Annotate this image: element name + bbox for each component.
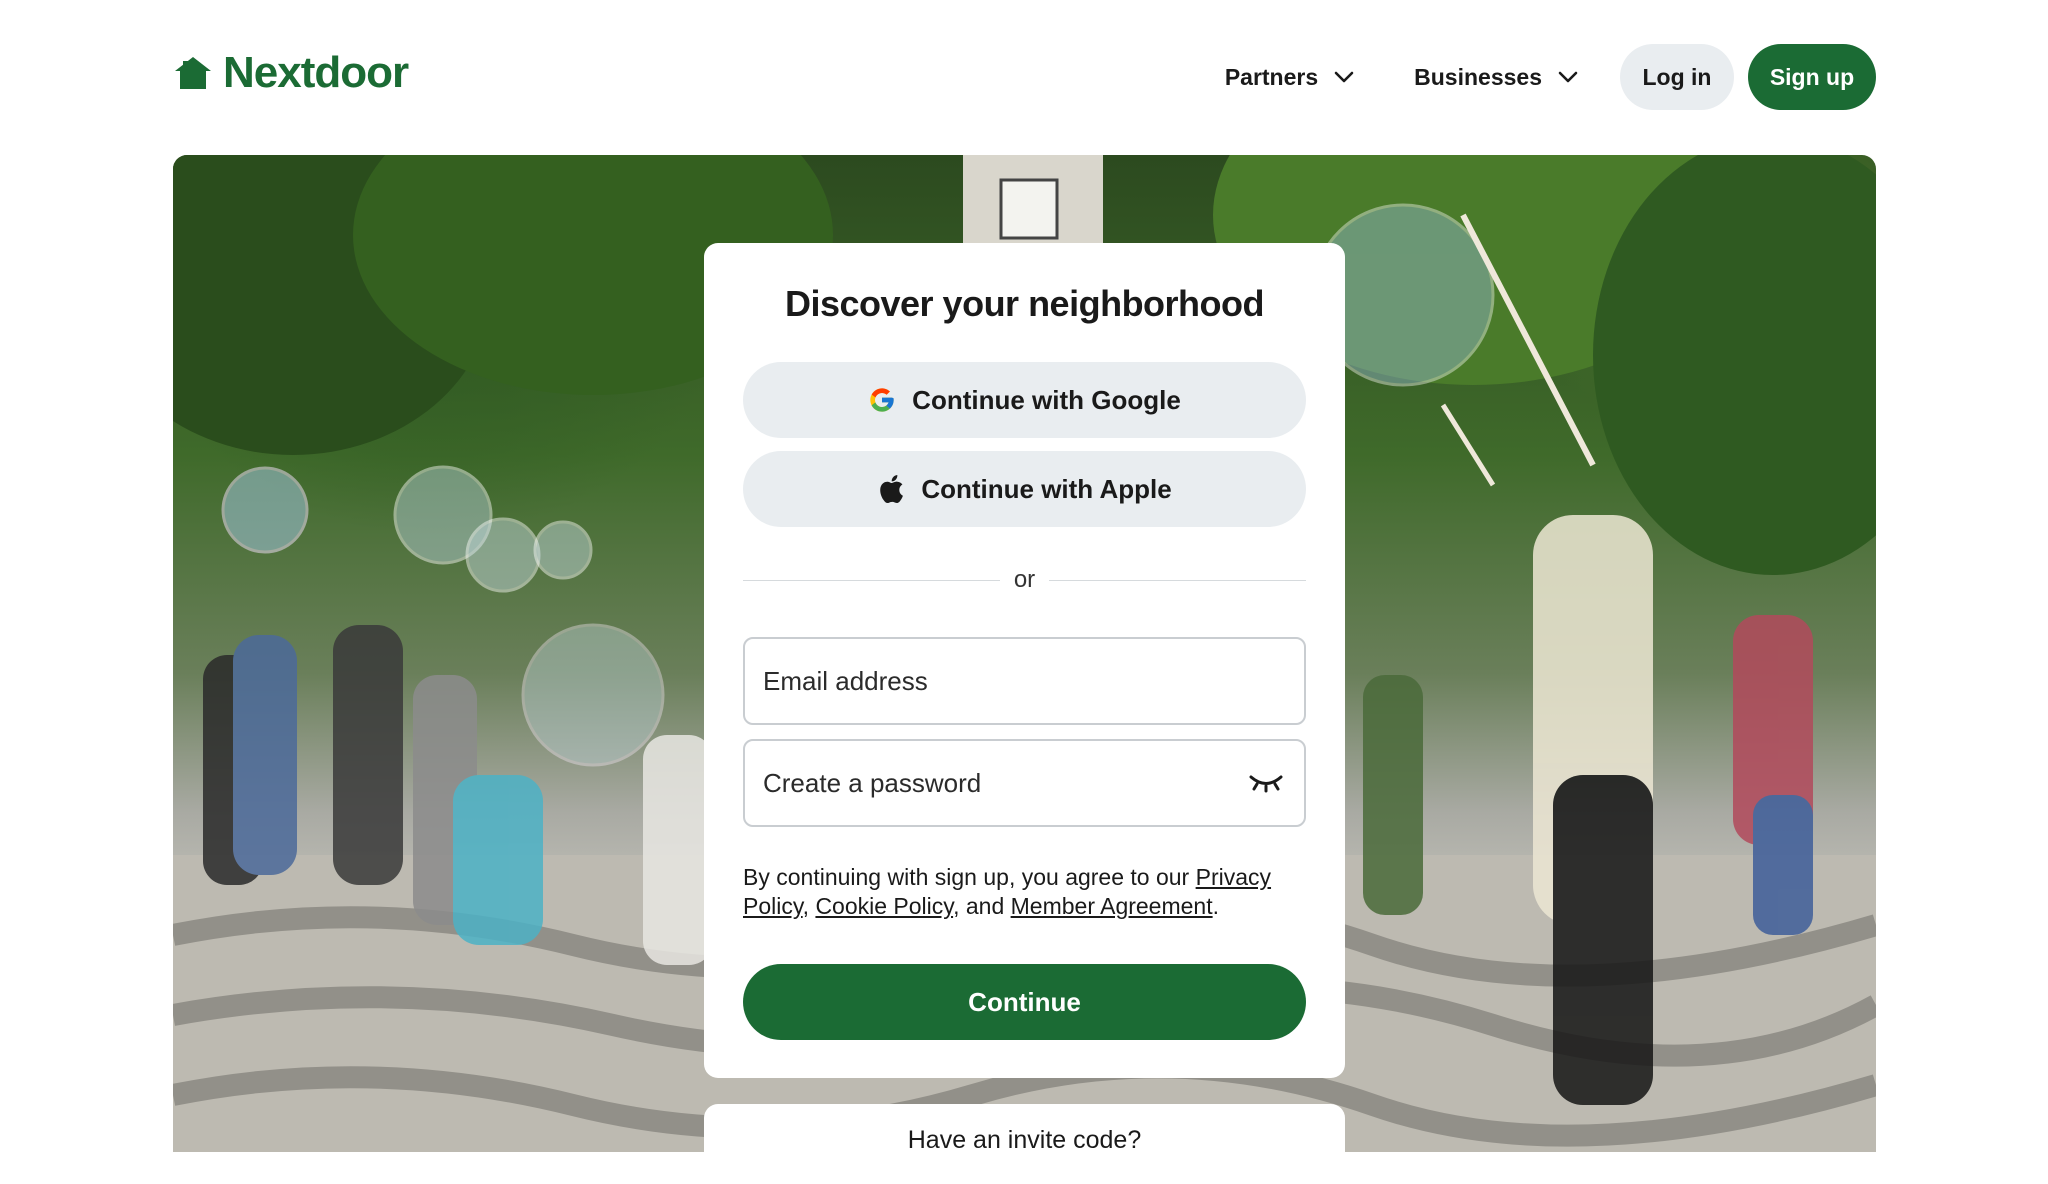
continue-with-google-button[interactable]: Continue with Google bbox=[743, 362, 1306, 438]
email-field[interactable] bbox=[743, 637, 1306, 725]
divider-line bbox=[743, 579, 1000, 581]
terms-sep-2: , and bbox=[953, 893, 1011, 919]
cookie-policy-link[interactable]: Cookie Policy bbox=[815, 893, 953, 919]
nextdoor-logo[interactable]: Nextdoor bbox=[173, 48, 409, 97]
member-agreement-link[interactable]: Member Agreement bbox=[1011, 893, 1213, 919]
site-header: Nextdoor Partners Businesses Log in Sign… bbox=[0, 0, 2048, 155]
invite-card: Have an invite code? bbox=[704, 1104, 1345, 1184]
email-input[interactable] bbox=[763, 665, 1286, 697]
continue-button[interactable]: Continue bbox=[743, 964, 1306, 1040]
terms-prefix: By continuing with sign up, you agree to… bbox=[743, 864, 1196, 890]
toggle-password-visibility-button[interactable] bbox=[1246, 768, 1286, 798]
continue-with-apple-button[interactable]: Continue with Apple bbox=[743, 451, 1306, 527]
google-icon bbox=[868, 385, 896, 415]
signup-card: Discover your neighborhood Continue with… bbox=[704, 243, 1345, 1078]
chevron-down-icon bbox=[1558, 71, 1578, 83]
chevron-down-icon bbox=[1334, 71, 1354, 83]
login-button[interactable]: Log in bbox=[1620, 44, 1734, 110]
divider-text: or bbox=[1013, 566, 1036, 593]
partners-dropdown[interactable]: Partners bbox=[1213, 44, 1368, 110]
top-nav: Partners Businesses Log in Sign up bbox=[1213, 44, 1876, 110]
brand-name: Nextdoor bbox=[223, 48, 409, 97]
terms-sep-1: , bbox=[802, 893, 816, 919]
password-field[interactable] bbox=[743, 739, 1306, 827]
signup-button[interactable]: Sign up bbox=[1748, 44, 1876, 110]
password-input[interactable] bbox=[763, 767, 1246, 799]
or-divider: or bbox=[743, 565, 1306, 595]
eye-closed-icon bbox=[1249, 775, 1283, 793]
apple-button-label: Continue with Apple bbox=[921, 473, 1172, 504]
terms-notice: By continuing with sign up, you agree to… bbox=[743, 863, 1306, 921]
divider-line bbox=[1049, 579, 1306, 581]
signup-title: Discover your neighborhood bbox=[784, 283, 1265, 324]
businesses-dropdown[interactable]: Businesses bbox=[1402, 44, 1592, 110]
terms-suffix: . bbox=[1212, 893, 1219, 919]
house-icon bbox=[175, 57, 211, 89]
invite-code-link[interactable]: Have an invite code? bbox=[704, 1126, 1345, 1155]
partners-label: Partners bbox=[1224, 63, 1319, 90]
google-button-label: Continue with Google bbox=[912, 384, 1181, 415]
businesses-label: Businesses bbox=[1414, 63, 1542, 90]
apple-icon bbox=[877, 474, 905, 504]
